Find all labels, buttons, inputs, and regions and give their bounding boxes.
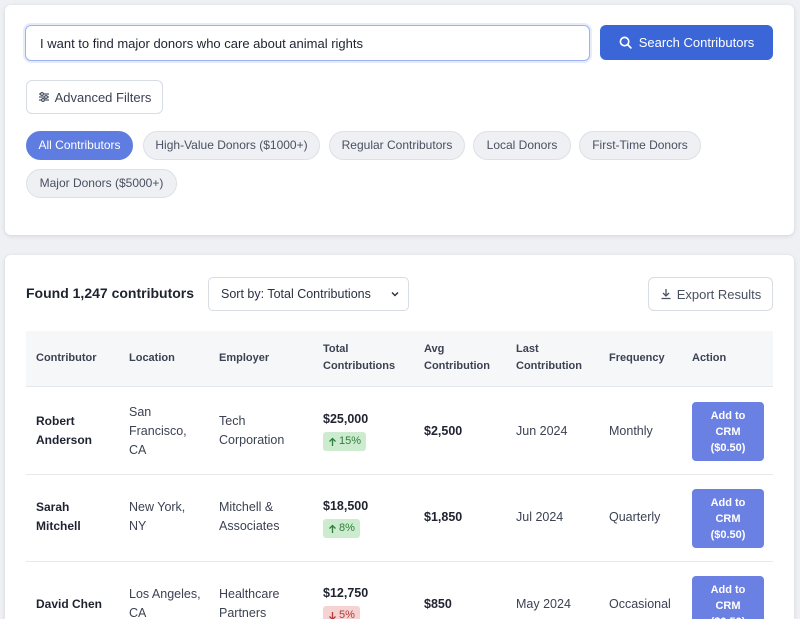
search-panel: Search Contributors Advanced Filters All… bbox=[5, 5, 794, 235]
contributor-location: Los Angeles, CA bbox=[129, 587, 201, 619]
contributor-location: New York, NY bbox=[129, 500, 186, 533]
avg-contribution: $1,850 bbox=[424, 510, 463, 524]
search-input[interactable] bbox=[25, 25, 590, 61]
contributor-name: David Chen bbox=[36, 597, 103, 611]
table-row: David Chen Los Angeles, CA Healthcare Pa… bbox=[26, 562, 773, 619]
contributor-name: Sarah Mitchell bbox=[36, 500, 81, 533]
download-icon bbox=[661, 289, 671, 300]
column-header-total-contributions[interactable]: Total Contributions bbox=[323, 341, 403, 375]
sort-label: Sort by: Total Contributions bbox=[221, 287, 371, 301]
column-header-contributor[interactable]: Contributor bbox=[36, 350, 96, 367]
search-icon bbox=[619, 36, 632, 49]
trend-badge: 15% bbox=[323, 432, 367, 451]
last-contribution: Jun 2024 bbox=[516, 424, 568, 438]
frequency: Quarterly bbox=[609, 510, 661, 524]
column-header-action: Action bbox=[692, 352, 727, 364]
chevron-down-icon bbox=[391, 292, 399, 297]
sliders-icon bbox=[38, 92, 49, 102]
results-count: Found 1,247 contributors bbox=[26, 285, 195, 301]
arrow-down-icon bbox=[329, 611, 336, 619]
column-header-location[interactable]: Location bbox=[129, 350, 175, 367]
add-to-crm-button[interactable]: Add to CRM ($0.50) bbox=[692, 576, 764, 619]
add-to-crm-button[interactable]: Add to CRM ($0.50) bbox=[692, 489, 764, 548]
column-header-employer[interactable]: Employer bbox=[219, 350, 269, 367]
filter-pill-all-contributors[interactable]: All Contributors bbox=[26, 131, 133, 160]
search-contributors-button[interactable]: Search Contributors bbox=[600, 25, 773, 60]
table-row: Sarah Mitchell New York, NY Mitchell & A… bbox=[26, 475, 773, 562]
export-label: Export Results bbox=[676, 286, 762, 302]
column-header-avg-contribution[interactable]: Avg Contribution bbox=[424, 341, 504, 375]
advanced-filters-label: Advanced Filters bbox=[54, 89, 152, 105]
trend-badge: 5% bbox=[323, 606, 360, 619]
total-contributions: $12,750 bbox=[323, 586, 369, 600]
column-header-frequency[interactable]: Frequency bbox=[609, 350, 665, 367]
total-contributions: $18,500 bbox=[323, 499, 369, 513]
results-panel: Found 1,247 contributors Sort by: Total … bbox=[5, 255, 794, 619]
trend-value: 15% bbox=[339, 435, 362, 447]
table-header: Contributor Location Employer Total Cont… bbox=[26, 331, 773, 387]
advanced-filters-button[interactable]: Advanced Filters bbox=[26, 80, 163, 114]
filter-pill-high-value[interactable]: High-Value Donors ($1000+) bbox=[143, 131, 320, 160]
arrow-up-icon bbox=[329, 524, 336, 533]
trend-badge: 8% bbox=[323, 519, 360, 538]
avg-contribution: $850 bbox=[424, 597, 452, 611]
filter-pill-first-time[interactable]: First-Time Donors bbox=[579, 131, 701, 160]
trend-value: 8% bbox=[339, 522, 355, 534]
last-contribution: May 2024 bbox=[516, 597, 571, 611]
trend-value: 5% bbox=[339, 609, 355, 619]
last-contribution: Jul 2024 bbox=[516, 510, 564, 524]
contributor-employer: Healthcare Partners bbox=[219, 587, 280, 619]
export-results-button[interactable]: Export Results bbox=[648, 277, 773, 311]
frequency: Monthly bbox=[609, 424, 653, 438]
arrow-up-icon bbox=[329, 437, 336, 446]
filter-pill-local[interactable]: Local Donors bbox=[473, 131, 571, 160]
add-to-crm-button[interactable]: Add to CRM ($0.50) bbox=[692, 402, 764, 461]
column-header-last-contribution[interactable]: Last Contribution bbox=[516, 341, 596, 375]
contributor-employer: Tech Corporation bbox=[219, 414, 285, 447]
sort-select[interactable]: Sort by: Total Contributions bbox=[208, 277, 409, 311]
contributor-name: Robert Anderson bbox=[36, 414, 93, 447]
total-contributions: $25,000 bbox=[323, 412, 369, 426]
frequency: Occasional bbox=[609, 597, 671, 611]
filter-pill-regular[interactable]: Regular Contributors bbox=[329, 131, 465, 160]
table-row: Robert Anderson San Francisco, CA Tech C… bbox=[26, 388, 773, 475]
contributor-employer: Mitchell & Associates bbox=[219, 500, 280, 533]
search-button-label: Search Contributors bbox=[638, 35, 755, 50]
filter-pill-major-donors[interactable]: Major Donors ($5000+) bbox=[26, 169, 177, 198]
contributor-location: San Francisco, CA bbox=[129, 405, 187, 457]
avg-contribution: $2,500 bbox=[424, 424, 463, 438]
